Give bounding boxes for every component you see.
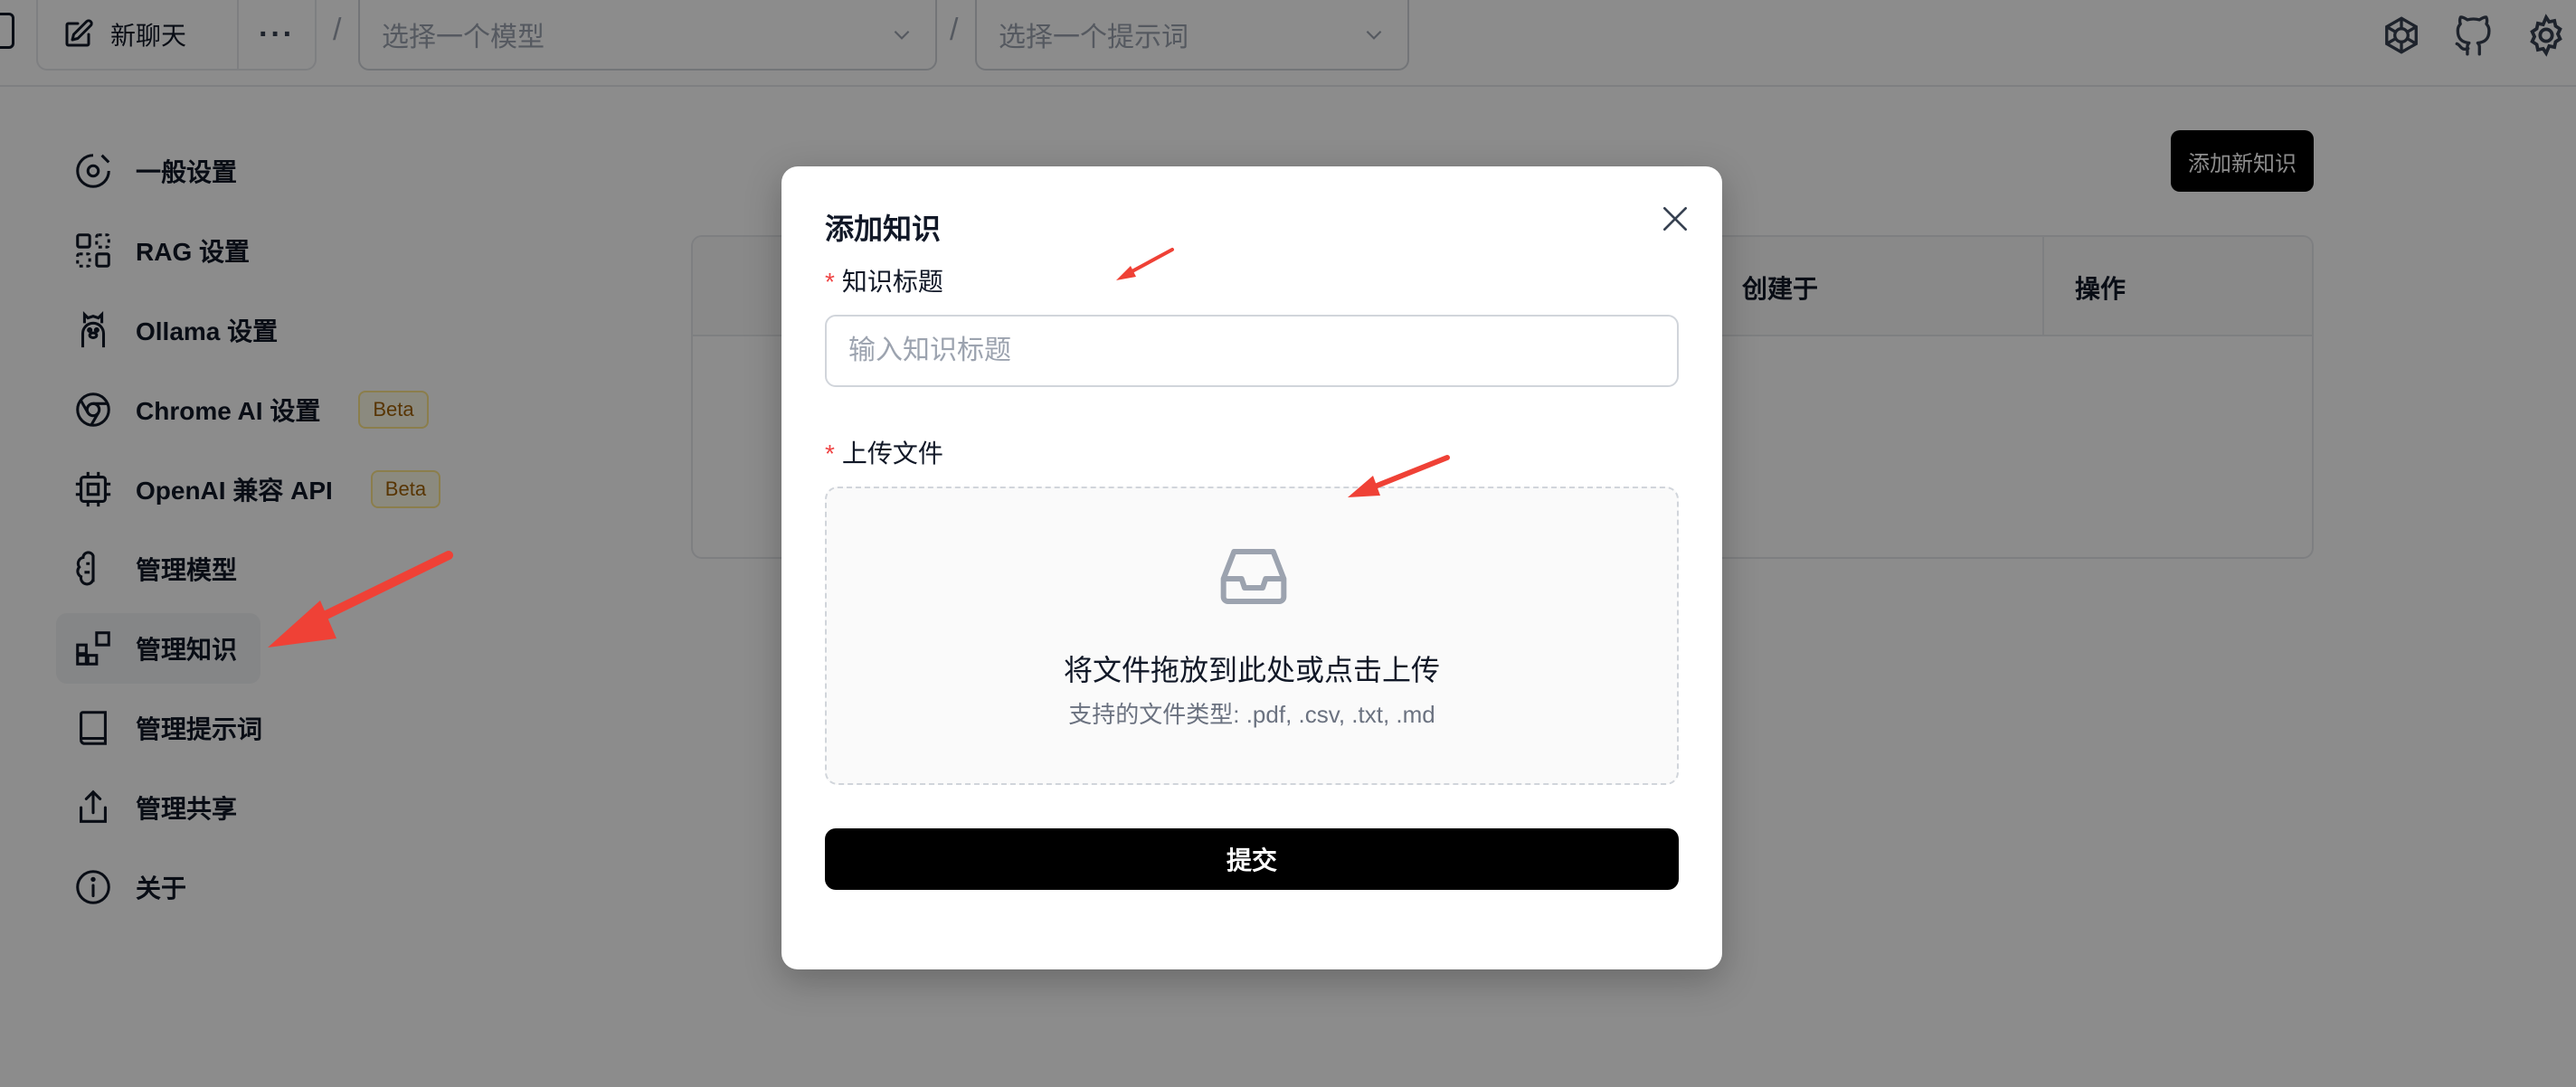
supported-file-types: 支持的文件类型: .pdf, .csv, .txt, .md [1068,701,1435,728]
add-knowledge-dialog: 添加知识 *知识标题 *上传文件 将文件拖放到此处或点击上传 支持的文件类型: … [781,166,1722,969]
knowledge-title-input[interactable] [825,315,1679,387]
required-mark: * [825,440,835,468]
inbox-icon [1220,549,1287,604]
knowledge-title-label-text: 知识标题 [841,268,943,296]
required-mark: * [825,268,835,296]
dropzone-instruction: 将文件拖放到此处或点击上传 [1063,654,1440,686]
dialog-title: 添加知识 [825,213,942,245]
file-dropzone[interactable]: 将文件拖放到此处或点击上传 支持的文件类型: .pdf, .csv, .txt,… [825,487,1679,785]
upload-file-label: * 上传文件 [825,434,943,470]
close-icon[interactable] [1657,201,1693,237]
knowledge-title-label: * 知识标题 [825,262,943,298]
submit-button[interactable]: 提交 [825,828,1679,890]
upload-file-label-text: 上传文件 [841,440,943,468]
